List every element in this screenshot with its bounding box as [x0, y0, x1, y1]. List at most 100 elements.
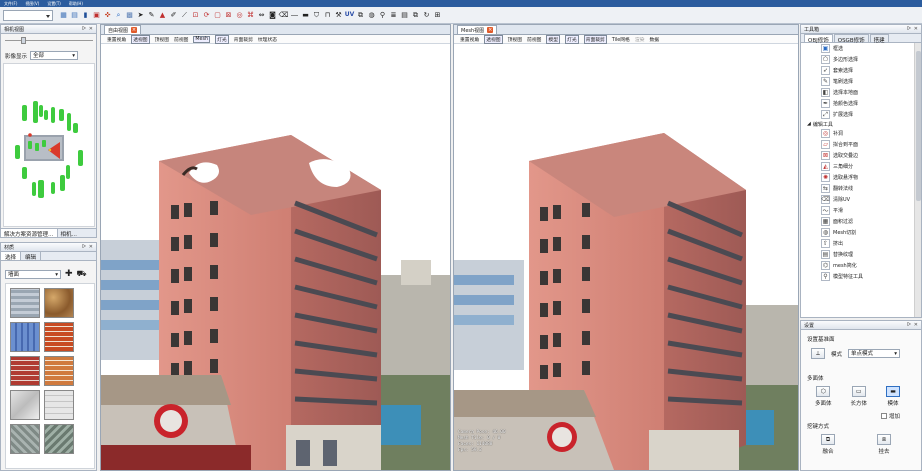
model-toggle[interactable]: 模型 [546, 34, 561, 44]
close-icon[interactable]: ✕ [914, 322, 918, 328]
menu-help[interactable]: 帮助(H) [69, 1, 83, 7]
close-icon[interactable]: ✕ [89, 244, 93, 250]
zoom-icon[interactable]: ⌕ [114, 11, 123, 20]
link-icon[interactable]: ⇔ [257, 11, 266, 20]
backface-cull-toggle[interactable]: 背面裁剪 [583, 34, 607, 44]
rotate-icon[interactable]: ⟳ [202, 11, 211, 20]
mold-button[interactable]: ▬ [886, 386, 901, 397]
pin-icon[interactable]: ᐅ [82, 26, 86, 32]
image-icon[interactable]: ▩ [125, 11, 134, 20]
export-icon[interactable]: ⧉ [411, 11, 420, 20]
region-icon[interactable]: ▢ [213, 11, 222, 20]
camera-slider[interactable] [5, 37, 93, 44]
texture-icon[interactable]: ⧉ [356, 11, 365, 20]
camera-icon[interactable]: ◙ [268, 11, 277, 20]
backface-cull-toggle[interactable]: 背面裁剪 [234, 36, 253, 43]
render-toggle[interactable]: 渲染 [635, 36, 645, 43]
stack-icon[interactable]: ≣ [389, 11, 398, 20]
dig-button[interactable]: ⧈ [877, 434, 891, 445]
height-icon[interactable]: ⊓ [323, 11, 332, 20]
tab-solution-explorer[interactable]: 解决方案资源管理… [1, 229, 58, 238]
close-icon[interactable]: × [487, 27, 494, 33]
material-swatch[interactable] [44, 322, 74, 352]
target-icon[interactable]: ◎ [235, 11, 244, 20]
tool-brush-select[interactable]: ✎ 笔刷选择 [801, 76, 921, 87]
close-icon[interactable]: ✕ [89, 26, 93, 32]
reset-view-button[interactable]: 重置视角 [460, 36, 479, 43]
camera-layout-canvas[interactable] [3, 63, 95, 227]
material-swatch[interactable] [44, 390, 74, 420]
sphere-icon[interactable]: ◍ [367, 11, 376, 20]
toolbox-scrollbar[interactable] [914, 43, 921, 317]
tab-material-edit[interactable]: 编辑 [21, 252, 42, 261]
front-view-button[interactable]: 前视图 [527, 36, 541, 43]
frame-icon[interactable]: ▣ [92, 11, 101, 20]
tool-polygon-select[interactable]: ⬠ 多边形选择 [801, 54, 921, 65]
material-swatch[interactable] [44, 288, 74, 318]
add-checkbox[interactable] [881, 413, 887, 419]
anchor-icon[interactable]: ⚲ [378, 11, 387, 20]
fill-icon[interactable]: ▲ [158, 11, 167, 20]
tool-clear-uv[interactable]: ⌫ 清除UV [801, 194, 921, 205]
mode-select[interactable]: 单点模式 ▾ [848, 349, 901, 358]
hammer-icon[interactable]: ⚒ [334, 11, 343, 20]
light-toggle[interactable]: 灯光 [215, 34, 229, 44]
tool-model-feature[interactable]: ⚲ 模型特征工具 [801, 271, 921, 282]
shield-icon[interactable]: ⛉ [312, 11, 321, 20]
edit-tools-section[interactable]: ◢ 编辑工具 [801, 120, 921, 128]
grid-icon[interactable]: ▤ [70, 11, 79, 20]
tool-subdivide[interactable]: ◭ 三角细分 [801, 161, 921, 172]
material-swatch[interactable] [10, 322, 40, 352]
material-swatch[interactable] [10, 288, 40, 318]
data-toggle[interactable]: 数据 [649, 36, 659, 43]
layout-icon[interactable]: ▦ [59, 11, 68, 20]
tool-overlap-edge[interactable]: ⊠ 选取交叠边 [801, 150, 921, 161]
tab-mesh-view[interactable]: Mesh视图 × [457, 25, 498, 34]
compass-icon[interactable]: ✜ [103, 11, 112, 20]
tab-material-select[interactable]: 选择 [1, 252, 22, 261]
add-material-icon[interactable]: ✚ [65, 269, 73, 279]
doc-icon[interactable]: ▤ [400, 11, 409, 20]
uv-icon[interactable]: UV [345, 11, 355, 20]
tool-replace-texture[interactable]: ▤ 替换纹理 [801, 249, 921, 260]
tab-free-view[interactable]: 自由视图 × [104, 25, 142, 34]
material-swatch[interactable] [10, 424, 40, 454]
tool-color-select[interactable]: ✒ 拾颜色选择 [801, 98, 921, 109]
tile-grid-toggle[interactable]: Tile网格 [612, 36, 630, 43]
cuboid-button[interactable]: ▭ [851, 386, 866, 397]
free-view-3d-canvas[interactable] [101, 45, 450, 470]
base-plane-button[interactable]: ⟂ [811, 348, 825, 359]
mesh-view-3d-canvas[interactable]: Camera Pose: 46.00 Mesh Tile: 0 / 0 Face… [454, 45, 798, 470]
texture-state-toggle[interactable]: 纹理状态 [258, 36, 277, 43]
material-category-select[interactable]: 墙面 ▾ [5, 269, 61, 279]
material-swatch[interactable] [10, 356, 40, 386]
tool-mesh-simplify[interactable]: ⌬ mesh简化 [801, 260, 921, 271]
tool-lasso-select[interactable]: ➶ 套索选择 [801, 65, 921, 76]
material-swatch[interactable] [44, 424, 74, 454]
tool-box-select[interactable]: ▣ 框选 [801, 43, 921, 54]
tool-mesh-cut[interactable]: ◍ Mesh切割 [801, 227, 921, 238]
mesh-icon[interactable]: ⌘ [246, 11, 255, 20]
polyhedron-button[interactable]: ⬡ [816, 386, 831, 397]
tool-flip-normal[interactable]: ⇆ 翻转法线 [801, 183, 921, 194]
pen-icon[interactable]: ✐ [169, 11, 178, 20]
material-swatch[interactable] [10, 390, 40, 420]
panel-icon[interactable]: ▮ [81, 11, 90, 20]
line-icon[interactable]: ― [290, 11, 299, 20]
tab-camera[interactable]: 相机… [58, 229, 81, 238]
tab-build[interactable]: 搭建 [869, 34, 889, 44]
perspective-button[interactable]: 透视图 [131, 34, 150, 44]
menu-settings[interactable]: 设置(T) [47, 1, 61, 7]
tool-area-filter[interactable]: ▦ 面积过滤 [801, 216, 921, 227]
pin-icon[interactable]: ᐅ [82, 244, 86, 250]
vehicle-icon[interactable]: ▬ [301, 11, 310, 20]
cursor-icon[interactable]: ➤ [136, 11, 145, 20]
mesh-toggle[interactable]: Mesh [193, 35, 211, 43]
workspace-combo[interactable] [3, 9, 53, 21]
reset-view-button[interactable]: 重置视角 [107, 36, 126, 43]
pin-icon[interactable]: ᐅ [907, 26, 911, 32]
front-view-button[interactable]: 前视图 [174, 36, 188, 43]
tool-expand-select[interactable]: ⤢ 扩展选择 [801, 109, 921, 120]
crop-icon[interactable]: ⊡ [191, 11, 200, 20]
merge-button[interactable]: ⧉ [821, 434, 835, 445]
